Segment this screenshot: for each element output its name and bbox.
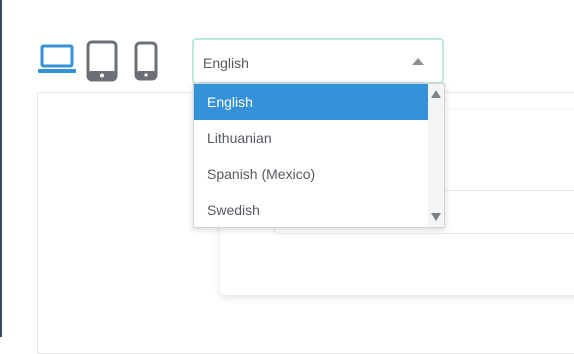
tablet-icon (86, 40, 118, 82)
scroll-down-arrow-icon[interactable] (431, 213, 441, 221)
laptop-icon (38, 44, 76, 73)
phone-icon (134, 41, 158, 81)
language-options-list: English Lithuanian Spanish (Mexico) Swed… (194, 84, 429, 228)
scroll-up-arrow-icon[interactable] (431, 90, 441, 98)
tablet-view-button[interactable] (86, 40, 118, 82)
language-option-english[interactable]: English (194, 84, 429, 120)
language-dropdown: English Lithuanian Spanish (Mexico) Swed… (193, 83, 445, 228)
dropdown-scrollbar[interactable] (428, 84, 444, 227)
caret-up-icon[interactable] (412, 58, 424, 65)
language-select[interactable]: English (192, 38, 444, 84)
laptop-view-button[interactable] (37, 44, 77, 76)
language-option-swedish[interactable]: Swedish (194, 192, 429, 228)
language-select-value: English (203, 55, 249, 71)
language-option-spanish-mexico[interactable]: Spanish (Mexico) (194, 156, 429, 192)
language-option-lithuanian[interactable]: Lithuanian (194, 120, 429, 156)
window-left-edge (0, 0, 2, 337)
phone-view-button[interactable] (134, 41, 158, 81)
